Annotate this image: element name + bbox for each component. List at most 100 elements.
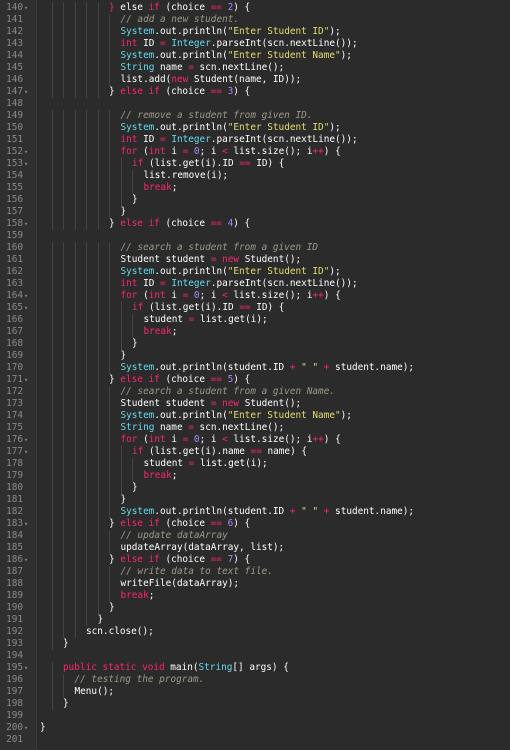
code-line[interactable]: 160 // search a student from a given ID (0, 242, 510, 254)
code-line[interactable]: 178 student = list.get(i); (0, 458, 510, 470)
code-line[interactable]: 156} (0, 194, 510, 206)
code-line[interactable]: 148 (0, 98, 510, 110)
code-line[interactable]: 159 (0, 230, 510, 242)
code-line[interactable]: 153 ▾ if (list.get(i).ID == ID) { (0, 158, 510, 170)
code-line[interactable]: 140 ▾} else if (choice == 2) { (0, 2, 510, 14)
token-str: "Enter Student ID" (227, 266, 330, 277)
code-line[interactable]: 168} (0, 338, 510, 350)
code-line[interactable]: 179 break; (0, 470, 510, 482)
code-line[interactable]: 193} (0, 638, 510, 650)
code-line[interactable]: 151 int ID = Integer.parseInt(scn.nextLin… (0, 134, 510, 146)
code-line[interactable]: 164 ▾ for (int i = 0; i < list.size(); i++… (0, 290, 510, 302)
code-line[interactable]: 197 Menu(); (0, 686, 510, 698)
code-line[interactable]: 144 System.out.println("Enter Student Nam… (0, 50, 510, 62)
code-line[interactable]: 177 ▾ if (list.get(i).name == name) { (0, 446, 510, 458)
line-number: 180 (6, 482, 23, 493)
code-line[interactable]: 158 ▾} else if (choice == 4) { (0, 218, 510, 230)
code-line[interactable]: 183 ▾} else if (choice == 6) { (0, 518, 510, 530)
code-line[interactable]: 162 System.out.println("Enter Student ID"… (0, 266, 510, 278)
fold-toggle-icon[interactable]: ▾ (24, 2, 32, 14)
line-number: 176 (6, 434, 23, 445)
indent-guide (63, 566, 64, 578)
indent-guide (86, 530, 87, 542)
fold-toggle-icon[interactable]: ▾ (24, 722, 32, 734)
code-line[interactable]: 174 System.out.println("Enter Student Nam… (0, 410, 510, 422)
code-line[interactable]: 182 System.out.println(student.ID + " " +… (0, 506, 510, 518)
indent-guide (74, 290, 76, 302)
code-line[interactable]: 199 (0, 710, 510, 722)
code-line[interactable]: 195 ▾ public static void main(String[] arg… (0, 662, 510, 674)
indent-guide (97, 38, 99, 50)
code-line[interactable]: 175 String name = scn.nextLine(); (0, 422, 510, 434)
indent-guide (86, 542, 87, 554)
code-line[interactable]: 184 // update dataArray (0, 530, 510, 542)
code-line[interactable]: 190} (0, 602, 510, 614)
indent-guide (63, 74, 64, 86)
token-kw: new (222, 398, 240, 409)
fold-toggle-icon[interactable]: ▾ (24, 146, 32, 158)
fold-toggle-icon[interactable]: ▾ (24, 158, 32, 170)
code-line[interactable]: 187 // write data to text file. (0, 566, 510, 578)
fold-toggle-icon[interactable]: ▾ (24, 290, 32, 302)
code-line[interactable]: 145 String name = scn.nextLine(); (0, 62, 510, 74)
code-line[interactable]: 172 // search a student from a given Name… (0, 386, 510, 398)
indent-guide (74, 26, 76, 38)
code-line[interactable]: 186 ▾} else if (choice == 7) { (0, 554, 510, 566)
code-area[interactable]: 140 ▾} else if (choice == 2) {141// add a… (0, 2, 510, 746)
code-line[interactable]: 166 student = list.get(i); (0, 314, 510, 326)
token-plain: student.name); (329, 506, 415, 517)
code-line[interactable]: 147 ▾} else if (choice == 3) { (0, 86, 510, 98)
code-line[interactable]: 171 ▾} else if (choice == 5) { (0, 374, 510, 386)
code-line[interactable]: 143 int ID = Integer.parseInt(scn.nextLin… (0, 38, 510, 50)
code-text: student = list.get(i); (144, 458, 268, 470)
code-line[interactable]: 170 System.out.println(student.ID + " " +… (0, 362, 510, 374)
code-line[interactable]: 180} (0, 482, 510, 494)
code-line[interactable]: 157} (0, 206, 510, 218)
code-line[interactable]: 146 list.add(new Student(name, ID)); (0, 74, 510, 86)
fold-toggle-icon[interactable]: ▾ (24, 434, 32, 446)
fold-toggle-icon[interactable]: ▾ (24, 374, 32, 386)
code-line[interactable]: 185 updateArray(dataArray, list); (0, 542, 510, 554)
fold-toggle-icon[interactable]: ▾ (24, 446, 32, 458)
code-line[interactable]: 201 (0, 734, 510, 746)
fold-toggle-icon[interactable]: ▾ (24, 518, 32, 530)
code-line[interactable]: 149 // remove a student from given ID. (0, 110, 510, 122)
fold-toggle-icon[interactable]: ▾ (24, 662, 32, 674)
line-number: 142 (6, 26, 23, 37)
code-line[interactable]: 196 // testing the program. (0, 674, 510, 686)
code-text: } (132, 482, 138, 494)
indent-guide (63, 266, 64, 278)
indent-guide (74, 2, 76, 14)
code-line[interactable]: 155 break; (0, 182, 510, 194)
code-line[interactable]: 169} (0, 350, 510, 362)
fold-toggle-icon[interactable]: ▾ (24, 218, 32, 230)
code-text: } else if (choice == 3) { (109, 86, 250, 98)
code-line[interactable]: 200 ▾} (0, 722, 510, 734)
code-line[interactable]: 189 break; (0, 590, 510, 602)
code-line[interactable]: 161 Student student = new Student(); (0, 254, 510, 266)
code-line[interactable]: 141 // add a new student. (0, 14, 510, 26)
code-line[interactable]: 176 ▾ for (int i = 0; i < list.size(); i++… (0, 434, 510, 446)
code-line[interactable]: 154 list.remove(i); (0, 170, 510, 182)
code-line[interactable]: 191} (0, 614, 510, 626)
code-line[interactable]: 165 ▾ if (list.get(i).ID == ID) { (0, 302, 510, 314)
indent-guide (86, 494, 87, 506)
code-line[interactable]: 150 System.out.println("Enter Student ID"… (0, 122, 510, 134)
code-line[interactable]: 181} (0, 494, 510, 506)
code-line[interactable]: 192 scn.close(); (0, 626, 510, 638)
token-plain: ); (340, 50, 352, 61)
code-line[interactable]: 194 (0, 650, 510, 662)
indent-guide (97, 326, 99, 338)
code-line[interactable]: 142 System.out.println("Enter Student ID"… (0, 26, 510, 38)
code-line[interactable]: 167 break; (0, 326, 510, 338)
code-line[interactable]: 188 writeFile(dataArray); (0, 578, 510, 590)
indent-guide (109, 446, 110, 458)
code-line[interactable]: 163 int ID = Integer.parseInt(scn.nextLin… (0, 278, 510, 290)
fold-toggle-icon[interactable]: ▾ (24, 86, 32, 98)
fold-toggle-icon[interactable]: ▾ (24, 554, 32, 566)
code-line[interactable]: 173 Student student = new Student(); (0, 398, 510, 410)
code-editor[interactable]: 140 ▾} else if (choice == 2) {141// add a… (0, 0, 510, 750)
fold-toggle-icon[interactable]: ▾ (24, 302, 32, 314)
code-line[interactable]: 152 ▾ for (int i = 0; i < list.size(); i++… (0, 146, 510, 158)
code-line[interactable]: 198} (0, 698, 510, 710)
